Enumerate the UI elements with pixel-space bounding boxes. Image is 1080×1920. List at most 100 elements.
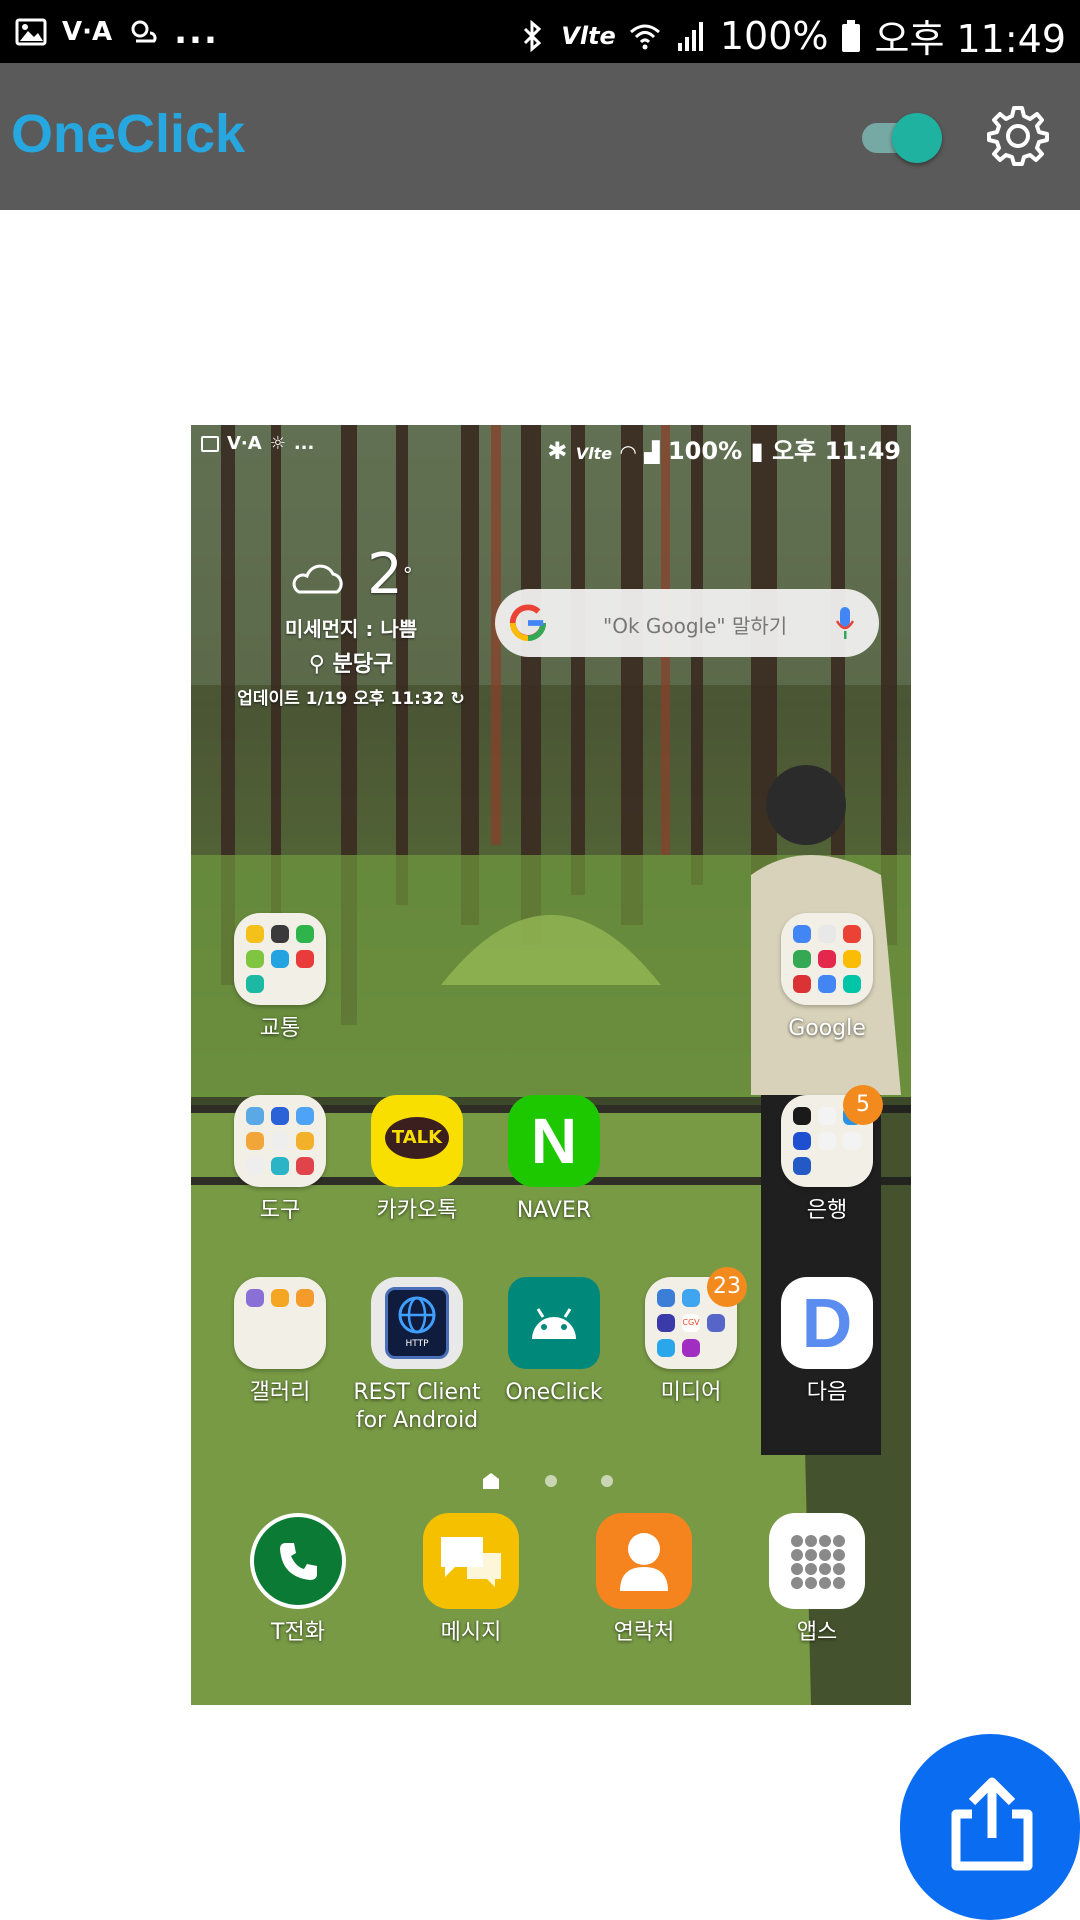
app-label: OneClick [505,1380,603,1405]
screenshot-preview[interactable]: V·A ☼ ... ✱ Vlte ◠ ▟ 100% ▮ 오후 11:49 2° … [191,425,911,1705]
cloud-icon [292,564,343,594]
preview-image-icon [201,435,219,452]
vpn-indicator: V·A [62,17,113,47]
android-icon [508,1277,600,1369]
apps-grid-icon [769,1513,865,1609]
app-label: 갤러리 [249,1380,311,1405]
notification-badge: 23 [707,1267,747,1307]
app-label: Google [788,1016,866,1041]
share-button[interactable] [900,1734,1080,1920]
daum-icon: D [781,1277,873,1369]
app-kakaotalk[interactable]: TALK 카카오톡 [352,1095,482,1225]
preview-status-bar: V·A ☼ ... ✱ Vlte ◠ ▟ 100% ▮ 오후 11:49 [191,425,911,469]
kakaotalk-icon: TALK [371,1095,463,1187]
google-search-bar[interactable]: "Ok Google" 말하기 [495,589,879,657]
weather-temperature: 2 [367,542,403,607]
settings-gear-icon[interactable] [986,104,1050,168]
app-bar: OneClick [0,63,1080,210]
refresh-icon: ↻ [450,689,465,709]
app-label: 은행 [806,1198,848,1223]
folder-icon [234,1095,326,1187]
folder-icon: 5 [781,1085,883,1187]
dock-label: 앱스 [796,1620,838,1645]
app-label: 교통 [259,1016,301,1041]
service-toggle[interactable] [862,113,946,163]
preview-signal-icon: ▟ [644,440,660,464]
fine-dust-label: 미세먼지 : 나쁨 [284,617,418,641]
talk-bubble: TALK [385,1117,449,1159]
bluetooth-icon [524,19,542,52]
preview-battery: 100% [667,437,743,465]
folder-tools[interactable]: 도구 [215,1095,345,1225]
dock-messages[interactable]: 메시지 [406,1513,536,1647]
folder-icon [234,1277,326,1369]
globe-icon [398,1296,436,1334]
folder-icon [234,913,326,1005]
weather-updated: 업데이트 1/19 오후 11:32 [237,689,445,709]
notification-badge: 5 [843,1085,883,1125]
rest-client-icon: HTTP [371,1277,463,1369]
folder-gallery[interactable]: 갤러리 [215,1277,345,1407]
dock-label: 메시지 [440,1620,502,1645]
battery-icon [842,19,861,52]
clock: 오후 11:49 [874,17,1066,61]
folder-media[interactable]: CGV 23 미디어 [626,1267,756,1407]
preview-wifi-icon: ◠ [620,440,636,464]
dock-label: 연락처 [613,1620,675,1645]
weather-widget: 2° 미세먼지 : 나쁨 ⚲ 분당구 업데이트 1/19 오후 11:32 ↻ [221,547,481,710]
app-label-line1: REST Client [353,1380,481,1405]
naver-icon: N [508,1095,600,1187]
weather-degree: ° [402,563,413,587]
message-icon [423,1513,519,1609]
app-label: 도구 [259,1198,301,1223]
microphone-icon[interactable] [835,605,855,641]
app-oneclick[interactable]: OneClick [489,1277,619,1407]
toggle-thumb [892,113,942,163]
weather-location: 분당구 [332,652,394,677]
app-title: OneClick [11,104,246,164]
preview-volte: Vlte [575,444,613,463]
dock-tphone[interactable]: T전화 [233,1513,363,1647]
preview-clock: 오후 11:49 [772,437,901,465]
oneclick-screen: V·A ... Vlte 100% 오후 11:49 OneClick V·A … [0,0,1080,1920]
app-label: NAVER [516,1198,592,1223]
dock-contacts[interactable]: 연락처 [579,1513,709,1647]
folder-transit[interactable]: 교통 [215,913,345,1043]
battery-percent: 100% [719,13,829,58]
folder-bank[interactable]: 5 은행 [762,1085,892,1225]
preview-bluetooth-icon: ✱ [547,437,568,465]
location-pin-icon: ⚲ [308,652,325,677]
app-rest-client[interactable]: HTTP REST Client for Android [352,1277,482,1435]
app-label: 미디어 [660,1380,722,1405]
app-label-line2: for Android [355,1408,479,1433]
dock-apps[interactable]: 앱스 [752,1513,882,1647]
preview-vpn: V·A [227,433,262,454]
daum-letter: D [801,1284,853,1362]
phone-icon [250,1513,346,1609]
signal-icon [677,21,703,51]
weather-location-row: ⚲ 분당구 [221,646,481,678]
preview-battery-icon: ▮ [750,437,764,465]
weather-notification-icon [131,20,157,43]
volte-indicator: Vlte [561,21,616,50]
http-label: HTTP [405,1339,429,1349]
google-search-placeholder: "Ok Google" 말하기 [603,614,788,638]
contacts-icon [596,1513,692,1609]
weather-updated-row: 업데이트 1/19 오후 11:32 ↻ [221,684,481,709]
cgv-mini: CGV [682,1314,700,1332]
preview-weather-icon: ☼ [269,433,286,454]
wifi-icon [629,24,660,49]
folder-icon: CGV 23 [645,1267,747,1369]
google-g-icon [509,604,547,642]
status-bar: V·A ... Vlte 100% 오후 11:49 [0,0,1080,63]
app-daum[interactable]: D 다음 [762,1277,892,1407]
weather-temp-row: 2° [221,547,481,603]
dock-label: T전화 [271,1620,325,1645]
more-notifications: ... [174,12,219,52]
app-label: 다음 [806,1380,848,1405]
app-naver[interactable]: N NAVER [489,1095,619,1225]
share-icon [951,1777,1033,1871]
app-label: 카카오톡 [376,1198,458,1223]
image-notification-icon [15,18,47,46]
folder-google[interactable]: Google [762,913,892,1043]
